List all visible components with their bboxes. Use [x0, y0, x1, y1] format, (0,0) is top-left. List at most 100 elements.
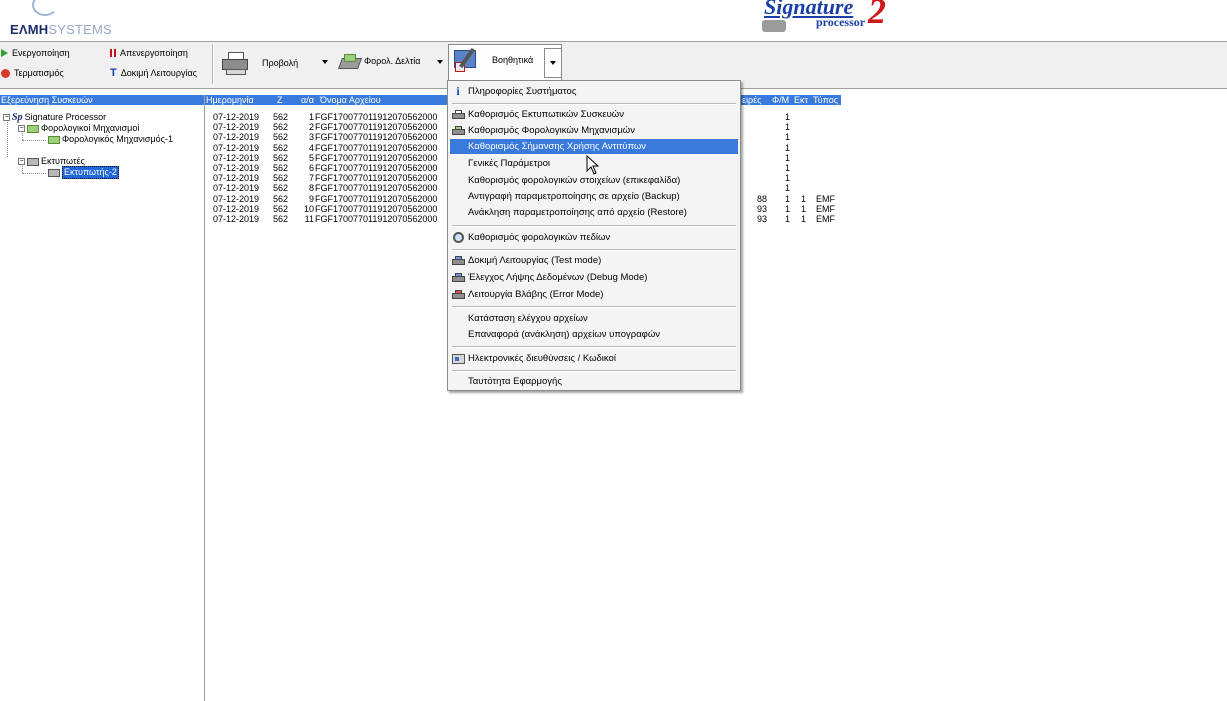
menu-item-label: Κατάσταση ελέγχου αρχείων	[468, 313, 588, 324]
menu-item-label: Ανάκληση παραμετροποίησης από αρχείο (Re…	[468, 207, 687, 218]
sp-logo-icon: Sp	[12, 112, 23, 123]
fiscal-device-icon	[27, 124, 39, 133]
menu-item-backup[interactable]: Αντιγραφή παραμετροποίησης σε αρχείο (Ba…	[450, 189, 738, 204]
menu-item-file-check[interactable]: Κατάσταση ελέγχου αρχείων	[450, 311, 738, 326]
fiscal-device-icon	[48, 135, 60, 144]
tree-connector	[7, 118, 8, 157]
deactivate-button[interactable]: Απενεργοποίηση	[110, 48, 188, 58]
preview-dropdown-arrow[interactable]	[322, 60, 328, 64]
cell-z: 562	[273, 214, 289, 224]
menu-item-label: Καθορισμός Φορολογικών Μηχανισμών	[468, 125, 635, 136]
tree-printer-item-label: Εκτυπωτής-2	[62, 166, 119, 179]
fiscal-printer-icon	[337, 53, 363, 69]
collapse-toggle[interactable]: −	[3, 114, 10, 121]
test-run-button[interactable]: T Δοκιμή Λειτουργίας	[110, 67, 197, 78]
utilities-menu: i Πληροφορίες Συστήματος Καθορισμός Εκτυ…	[447, 80, 741, 391]
printer-icon	[451, 110, 465, 119]
menu-separator	[452, 346, 736, 348]
col-fm-header[interactable]: Φ/Μ	[771, 95, 791, 105]
activate-label: Ενεργοποίηση	[12, 48, 70, 58]
col-ext-header[interactable]: Εκτ	[793, 95, 810, 105]
menu-item-label: Καθορισμός Εκτυπωτικών Συσκευών	[468, 109, 624, 120]
menu-item-fiscal-devices[interactable]: Καθορισμός Φορολογικών Μηχανισμών	[450, 123, 738, 138]
menu-item-app-identity[interactable]: Ταυτότητα Εφαρμογής	[450, 374, 738, 389]
deactivate-label: Απενεργοποίηση	[120, 48, 188, 58]
printer-icon	[27, 157, 39, 166]
tree-connector	[22, 140, 46, 141]
test-run-label: Δοκιμή Λειτουργίας	[120, 68, 197, 78]
menu-item-emails-codes[interactable]: Ηλεκτρονικές διευθύνσεις / Κωδικοί	[450, 351, 738, 366]
terminate-label: Τερματισμός	[14, 68, 64, 78]
product-number: 2	[868, 0, 886, 31]
col-type-header[interactable]: Τύπος	[812, 95, 840, 105]
tax-slips-label: Φορολ. Δελτία	[364, 56, 421, 66]
menu-item-system-info[interactable]: i Πληροφορίες Συστήματος	[450, 84, 738, 99]
preview-label: Προβολή	[262, 58, 299, 68]
menu-item-fiscal-fields[interactable]: Καθορισμός φορολογικών πεδίων	[450, 230, 738, 245]
menu-item-test-mode[interactable]: Δοκιμή Λειτουργίας (Test mode)	[450, 253, 738, 268]
tree-fiscal-item[interactable]: Φορολογικός Μηχανισμός-1	[48, 134, 173, 145]
col-seq-header[interactable]: α/α	[300, 95, 315, 105]
preview-button[interactable]: Προβολή	[222, 52, 299, 75]
menu-item-label: Πληροφορίες Συστήματος	[468, 86, 577, 97]
device-explorer-pane: Εξερεύνηση Συσκευών − Sp Signature Proce…	[0, 95, 205, 701]
tree-fiscal-group-label: Φορολογικοί Μηχανισμοί	[41, 123, 140, 133]
cell-filename: FGF170077011912070562000	[315, 214, 438, 224]
stop-icon	[1, 68, 10, 78]
tree-fiscal-group[interactable]: − Φορολογικοί Μηχανισμοί	[18, 123, 139, 134]
tax-slips-dropdown-arrow[interactable]	[437, 60, 443, 64]
pause-icon	[110, 49, 116, 57]
terminate-button[interactable]: Τερματισμός	[1, 68, 64, 78]
menu-item-label: Αντιγραφή παραμετροποίησης σε αρχείο (Ba…	[468, 191, 680, 202]
collapse-toggle[interactable]: −	[18, 158, 25, 165]
menu-item-error-mode[interactable]: Λειτουργία Βλάβης (Error Mode)	[450, 287, 738, 302]
menu-separator	[452, 306, 736, 308]
brand-main: ΕΛΜΗ	[10, 22, 49, 37]
menu-separator	[452, 249, 736, 251]
col-filename-header[interactable]: Όνομα Αρχείου	[319, 95, 382, 105]
app-banner: ΕΛΜΗSYSTEMS Signature 2 processor	[0, 0, 1227, 42]
product-sub: processor	[816, 15, 866, 29]
toolbar-separator	[212, 44, 214, 84]
cell-fm: 1	[785, 214, 791, 224]
tree-fiscal-item-label: Φορολογικός Μηχανισμός-1	[62, 134, 174, 144]
collapse-toggle[interactable]: −	[18, 125, 25, 132]
menu-item-restore[interactable]: Ανάκληση παραμετροποίησης από αρχείο (Re…	[450, 205, 738, 220]
menu-item-printer-devices[interactable]: Καθορισμός Εκτυπωτικών Συσκευών	[450, 107, 738, 122]
test-printer-icon	[451, 256, 465, 265]
menu-separator	[452, 103, 736, 105]
cell-seq: 11	[304, 214, 314, 224]
error-printer-icon	[451, 290, 465, 299]
menu-item-signature-restore[interactable]: Επαναφορά (ανάκληση) αρχείων υπογραφών	[450, 327, 738, 342]
printer-icon	[222, 52, 248, 75]
tree-root[interactable]: − Sp Signature Processor	[3, 112, 106, 123]
tools-icon	[452, 47, 478, 73]
utilities-dropdown-arrow[interactable]	[544, 48, 562, 78]
device-explorer-header: Εξερεύνηση Συσκευών	[0, 95, 204, 105]
caret-down-icon	[322, 60, 328, 64]
menu-item-fiscal-header[interactable]: Καθορισμός φορολογικών στοιχείων (επικεφ…	[450, 173, 738, 188]
col-z-header[interactable]: Z	[276, 95, 284, 105]
utilities-button[interactable]: Βοηθητικά	[452, 47, 533, 73]
utilities-label: Βοηθητικά	[492, 55, 534, 65]
tax-slips-button[interactable]: Φορολ. Δελτία	[337, 53, 421, 69]
menu-item-label: Ηλεκτρονικές διευθύνσεις / Κωδικοί	[468, 353, 616, 364]
col-lines-header[interactable]: ειρές	[741, 95, 763, 105]
cell-ext: 1	[801, 214, 807, 224]
cell-type: EMF	[816, 214, 835, 224]
caret-down-icon	[550, 61, 556, 65]
tree-printer-item[interactable]: Εκτυπωτής-2	[48, 166, 119, 179]
activate-button[interactable]: Ενεργοποίηση	[1, 48, 70, 58]
debug-printer-icon	[451, 273, 465, 282]
col-date-header[interactable]: Ημερομηνία	[205, 95, 255, 105]
caret-down-icon	[437, 60, 443, 64]
info-icon: i	[456, 84, 460, 98]
address-card-icon	[451, 353, 465, 364]
menu-item-label: Καθορισμός φορολογικών πεδίων	[468, 232, 611, 243]
menu-item-label: Γενικές Παράμετροι	[468, 158, 551, 169]
cell-date: 07-12-2019	[213, 214, 260, 224]
menu-item-label: Έλεγχος Λήψης Δεδομένων (Debug Mode)	[468, 272, 648, 283]
menu-item-copy-marking[interactable]: Καθορισμός Σήμανσης Χρήσης Αντιτύπων	[450, 139, 738, 154]
menu-separator	[452, 225, 736, 227]
menu-item-debug-mode[interactable]: Έλεγχος Λήψης Δεδομένων (Debug Mode)	[450, 270, 738, 285]
